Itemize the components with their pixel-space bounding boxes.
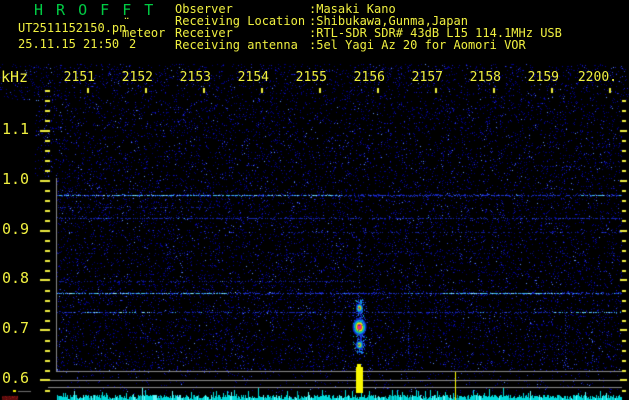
time-tick-label: 2200. xyxy=(577,70,617,85)
time-tick-label: 2157 xyxy=(411,70,443,85)
time-tick-label: 2152 xyxy=(121,70,153,85)
time-tick-label: 2155 xyxy=(295,70,327,85)
time-tick-label: 2156 xyxy=(353,70,385,85)
datetime-label: 25.11.15 21:50 xyxy=(18,37,120,51)
app-title: H R O F F T xyxy=(34,1,156,19)
spectrogram-canvas xyxy=(0,0,629,400)
time-tick-label: 2158 xyxy=(469,70,501,85)
field-value-antenna: :5el Yagi Az 20 for Aomori VOR xyxy=(309,38,526,52)
echo-count: 2 xyxy=(129,37,137,51)
freq-tick-label: 0.6 xyxy=(2,369,30,387)
freq-tick-label: 1.1 xyxy=(2,120,30,138)
time-tick-label: 2153 xyxy=(179,70,211,85)
khz-unit-label: kHz xyxy=(1,68,29,86)
hrofft-screenshot: H R O F F T UT2511152150.pn ¨ meteor 25.… xyxy=(0,0,629,400)
freq-tick-label: 0.9 xyxy=(2,220,30,238)
freq-tick-label: 1.0 xyxy=(2,170,30,188)
time-tick-label: 2151 xyxy=(63,70,95,85)
field-label-antenna: Receiving antenna xyxy=(175,38,298,52)
time-tick-label: 2159 xyxy=(527,70,559,85)
filename-label: UT2511152150.pn xyxy=(18,21,127,35)
time-tick-label: 2154 xyxy=(237,70,269,85)
freq-tick-label: 0.7 xyxy=(2,319,30,337)
freq-tick-label: 0.8 xyxy=(2,269,30,287)
